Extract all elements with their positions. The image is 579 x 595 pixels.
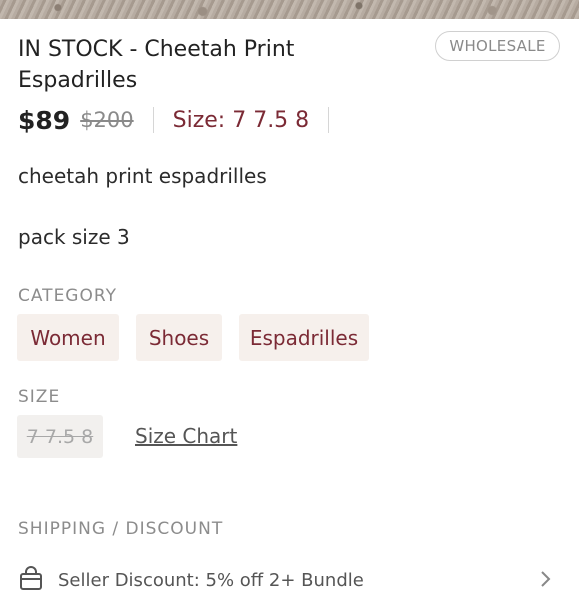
shipping-label: SHIPPING / DISCOUNT — [18, 519, 224, 539]
category-chip-women[interactable]: Women — [17, 314, 119, 361]
category-chip-espadrilles[interactable]: Espadrilles — [239, 314, 369, 361]
wholesale-badge: WHOLESALE — [435, 31, 560, 61]
chevron-right-icon — [539, 569, 553, 593]
pack-size: pack size 3 — [18, 225, 130, 249]
size-label: SIZE — [18, 387, 61, 407]
price-divider — [152, 107, 154, 133]
size-chart-link[interactable]: Size Chart — [135, 424, 237, 448]
size-option[interactable]: 7 7.5 8 — [17, 415, 103, 458]
listing-description: cheetah print espadrilles — [18, 164, 267, 188]
price-row: $89 $200 Size: 7 7.5 8 — [18, 102, 348, 138]
size-summary: Size: 7 7.5 8 — [172, 107, 310, 133]
listing-title: IN STOCK - Cheetah Print Espadrilles — [18, 37, 295, 93]
shipping-discount-row[interactable]: Seller Discount: 5% off 2+ Bundle — [18, 566, 559, 594]
shopping-bag-icon — [18, 565, 44, 595]
category-chip-shoes[interactable]: Shoes — [136, 314, 222, 361]
listing-price: $89 — [18, 105, 71, 135]
listing-photo-edge[interactable] — [0, 0, 579, 19]
shipping-discount-text: Seller Discount: 5% off 2+ Bundle — [58, 569, 364, 591]
original-price: $200 — [80, 108, 134, 132]
category-label: CATEGORY — [18, 286, 117, 306]
size-divider — [328, 107, 330, 133]
